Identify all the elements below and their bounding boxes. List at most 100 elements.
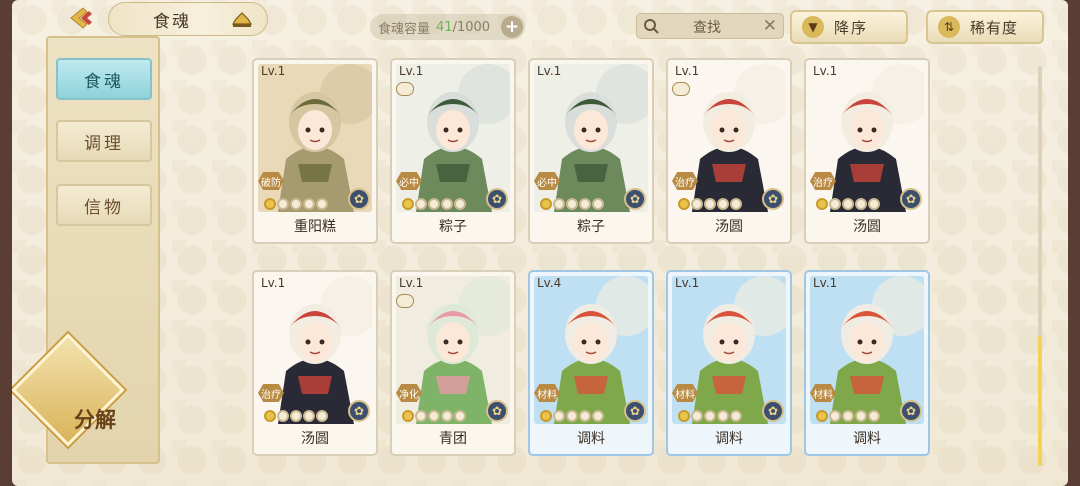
star-icon [678,410,690,422]
star-icon [290,198,302,210]
food-soul-card[interactable]: Lv.4 材料 ✿ 调料 [528,270,654,456]
card-name: 青团 [439,431,467,447]
food-soul-card[interactable]: Lv.1 必中 ✿ 粽子 [390,58,516,244]
flower-element-icon: ✿ [762,188,784,210]
star-icon [730,198,742,210]
star-rating [402,410,466,422]
star-icon [855,410,867,422]
capacity-add-button[interactable]: + [501,16,523,38]
scrollbar[interactable] [1038,66,1042,466]
flower-element-icon: ✿ [762,400,784,422]
star-rating [540,410,604,422]
flower-element-icon: ✿ [900,400,922,422]
sort-order-label: 降序 [834,18,869,37]
level-label: Lv.1 [813,276,838,290]
star-icon [303,410,315,422]
star-icon [264,410,276,422]
card-name: 汤圆 [301,431,329,447]
scrollbar-thumb[interactable] [1038,336,1042,466]
search-icon [644,19,659,34]
star-icon [717,410,729,422]
sort-icon: ⇅ [938,16,960,38]
star-rating [402,198,466,210]
level-label: Lv.1 [399,276,424,290]
star-icon [842,198,854,210]
star-icon [428,198,440,210]
page-title: 食魂 [153,11,191,32]
star-rating [816,198,880,210]
role-tag: 必中 [396,172,422,190]
food-soul-card[interactable]: Lv.1 治疗 ✿ 汤圆 [666,58,792,244]
flower-element-icon: ✿ [486,188,508,210]
star-icon [441,410,453,422]
star-icon [454,198,466,210]
capacity-current: 41 [436,19,453,35]
level-label: Lv.4 [537,276,562,290]
star-icon [428,410,440,422]
food-soul-card[interactable]: Lv.1 治疗 ✿ 汤圆 [804,58,930,244]
star-icon [829,198,841,210]
sort-order-button[interactable]: ▼ 降序 [790,10,908,44]
food-soul-card[interactable]: Lv.1 治疗 ✿ 汤圆 [252,270,378,456]
food-soul-card[interactable]: Lv.1 材料 ✿ 调料 [804,270,930,456]
star-icon [290,410,302,422]
star-icon [277,410,289,422]
game-frame: 食魂 食魂容量 41 /1000 + 查找 ✕ ▼ 降序 ⇅ 稀有度 食魂 调理 [12,0,1068,486]
triangle-down-icon: ▼ [802,16,824,38]
flower-element-icon: ✿ [624,188,646,210]
level-label: Lv.1 [261,276,286,290]
card-name: 粽子 [577,219,605,235]
level-label: Lv.1 [675,64,700,78]
capacity-display: 食魂容量 41 /1000 + [370,14,525,40]
food-soul-card[interactable]: Lv.1 破防 ✿ 重阳糕 [252,58,378,244]
food-soul-card[interactable]: Lv.1 必中 ✿ 粽子 [528,58,654,244]
hat-icon [231,12,253,27]
role-tag: 必中 [534,172,560,190]
star-icon [553,410,565,422]
flower-element-icon: ✿ [624,400,646,422]
food-soul-card[interactable]: Lv.1 材料 ✿ 调料 [666,270,792,456]
tab-tokens[interactable]: 信物 [56,184,152,226]
card-name: 调料 [577,431,605,447]
flower-element-icon: ✿ [900,188,922,210]
star-icon [592,410,604,422]
card-name: 粽子 [439,219,467,235]
star-icon [415,410,427,422]
clear-search-icon[interactable]: ✕ [763,16,777,36]
star-rating [540,198,604,210]
star-icon [566,410,578,422]
card-name: 调料 [715,431,743,447]
star-icon [303,198,315,210]
star-rating [678,198,742,210]
tab-conditioning[interactable]: 调理 [56,120,152,162]
star-icon [842,410,854,422]
star-icon [579,198,591,210]
star-icon [316,410,328,422]
sort-rarity-label: 稀有度 [970,18,1019,37]
decompose-label[interactable]: 分解 [48,404,142,434]
star-icon [441,198,453,210]
role-tag: 材料 [534,384,560,402]
star-rating [816,410,880,422]
capacity-label: 食魂容量 [378,21,431,37]
card-name: 汤圆 [715,219,743,235]
title-tab: 食魂 [108,2,268,36]
tab-food-soul[interactable]: 食魂 [56,58,152,100]
search-input[interactable]: 查找 [693,17,721,37]
card-name: 汤圆 [853,219,881,235]
role-tag: 治疗 [258,384,284,402]
star-icon [402,198,414,210]
back-button[interactable] [54,4,110,32]
star-icon [402,410,414,422]
level-label: Lv.1 [675,276,700,290]
star-icon [816,198,828,210]
star-icon [553,198,565,210]
lock-badge-icon [396,82,414,96]
food-soul-card[interactable]: Lv.1 净化 ✿ 青团 [390,270,516,456]
star-icon [579,410,591,422]
star-icon [717,198,729,210]
search-box[interactable]: 查找 ✕ [636,13,784,39]
sort-rarity-button[interactable]: ⇅ 稀有度 [926,10,1044,44]
level-label: Lv.1 [399,64,424,78]
star-icon [855,198,867,210]
